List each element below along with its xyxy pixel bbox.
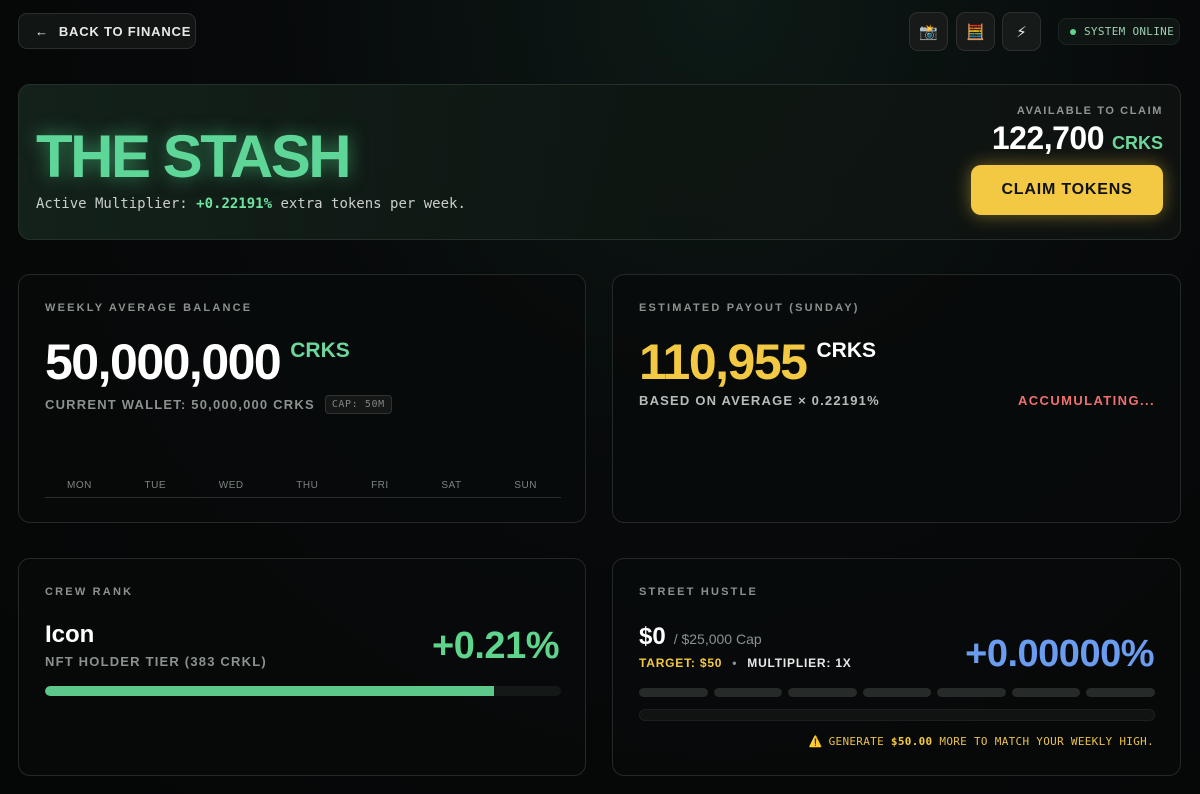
weekly-balance-card: WEEKLY AVERAGE BALANCE 50,000,000 CRKS C… (18, 274, 586, 523)
hustle-segment (937, 688, 1006, 697)
warning-suffix: MORE TO MATCH YOUR WEEKLY HIGH. (932, 735, 1154, 748)
available-to-claim-label: AVAILABLE TO CLAIM (1016, 105, 1163, 117)
abacus-icon: 🧮 (966, 23, 985, 41)
warning-prefix: GENERATE (828, 735, 891, 748)
claim-tokens-button[interactable]: CLAIM TOKENS (971, 165, 1163, 215)
hustle-warning: ⚠️ GENERATE $50.00 MORE TO MATCH YOUR WE… (809, 735, 1154, 748)
hustle-segment (788, 688, 857, 697)
multiplier-value: +0.22191% (196, 196, 273, 212)
crew-rank-card: CREW RANK Icon NFT HOLDER TIER (383 CRKL… (18, 558, 586, 776)
current-wallet-line: CURRENT WALLET: 50,000,000 CRKS CAP: 50M (45, 395, 392, 414)
day-label: MON (67, 480, 92, 491)
payout-value: 110,955 (639, 334, 808, 390)
estimated-payout-card: ESTIMATED PAYOUT (SUNDAY) 110,955 CRKS B… (612, 274, 1181, 523)
hustle-bonus-percent: +0.00000% (965, 633, 1154, 675)
weekly-balance-value: 50,000,000 (45, 334, 282, 390)
system-status-badge: SYSTEM ONLINE (1058, 18, 1180, 45)
street-hustle-card: STREET HUSTLE $0 / $25,000 Cap TARGET: $… (612, 558, 1181, 776)
weekly-balance-label: WEEKLY AVERAGE BALANCE (45, 302, 253, 314)
current-wallet-text: CURRENT WALLET: 50,000,000 CRKS (45, 397, 315, 412)
weekly-balance-unit: CRKS (290, 339, 350, 362)
lightning-icon: ⚡ (1016, 23, 1027, 41)
hustle-segment (862, 688, 932, 697)
rank-bonus-percent: +0.21% (432, 625, 559, 667)
hustle-segment-bar (639, 688, 1156, 697)
lightning-button[interactable]: ⚡ (1002, 12, 1041, 51)
meta-separator: • (732, 656, 738, 670)
rank-tier: NFT HOLDER TIER (383 CRKL) (45, 654, 267, 669)
page-title: THE STASH (36, 123, 352, 190)
rank-name: Icon (45, 621, 95, 648)
payout-unit: CRKS (816, 339, 876, 362)
warning-amount: $50.00 (890, 735, 933, 748)
day-label: WED (218, 480, 244, 491)
warning-icon: ⚠️ (808, 735, 823, 748)
cap-badge: CAP: 50M (324, 395, 392, 414)
multiplier-prefix: Active Multiplier: (36, 196, 197, 212)
arrow-left-icon: ← (35, 23, 49, 39)
weekday-axis: MON TUE WED THU FRI SAT SUN (45, 480, 561, 498)
hustle-multiplier: MULTIPLIER: 1X (747, 656, 852, 670)
accumulating-status: ACCUMULATING... (1017, 393, 1155, 408)
hustle-target: TARGET: $50 (639, 656, 723, 670)
rank-progress-fill (45, 686, 494, 696)
hustle-segment (639, 688, 708, 697)
hustle-progress-track (639, 709, 1155, 721)
day-label: SUN (514, 480, 537, 491)
day-label: TUE (144, 480, 167, 491)
abacus-button[interactable]: 🧮 (956, 12, 995, 51)
available-amount-unit: CRKS (1111, 133, 1163, 153)
hustle-amount-value: $0 (639, 623, 666, 650)
back-button-label: BACK TO FINANCE (58, 23, 192, 39)
status-dot-icon (1070, 28, 1076, 35)
payout-amount: 110,955 CRKS (639, 335, 876, 389)
day-label: SAT (441, 480, 462, 491)
payout-basis: BASED ON AVERAGE × 0.22191% (639, 393, 880, 408)
hustle-segment (713, 688, 783, 697)
estimated-payout-label: ESTIMATED PAYOUT (SUNDAY) (639, 302, 860, 314)
hustle-cap: / $25,000 Cap (673, 631, 762, 647)
street-hustle-label: STREET HUSTLE (639, 586, 759, 598)
multiplier-suffix: extra tokens per week. (272, 196, 466, 212)
camera-button[interactable]: 📸 (909, 12, 948, 51)
day-label: FRI (371, 480, 389, 491)
warning-text: GENERATE $50.00 MORE TO MATCH YOUR WEEKL… (829, 735, 1154, 748)
crew-rank-label: CREW RANK (45, 586, 134, 598)
available-amount-value: 122,700 (991, 120, 1105, 156)
day-label: THU (296, 480, 319, 491)
hustle-meta: TARGET: $50 • MULTIPLIER: 1X (639, 656, 852, 670)
active-multiplier-text: Active Multiplier: +0.22191% extra token… (36, 196, 466, 212)
available-amount: 122,700 CRKS (992, 120, 1163, 157)
rank-progress-bar (45, 686, 561, 696)
weekly-balance-amount: 50,000,000 CRKS (45, 335, 350, 389)
camera-icon: 📸 (919, 23, 938, 41)
hustle-amount: $0 / $25,000 Cap (639, 623, 762, 651)
system-status-text: SYSTEM ONLINE (1084, 25, 1174, 38)
hustle-segment (1011, 688, 1081, 697)
hustle-segment (1086, 688, 1156, 697)
back-to-finance-button[interactable]: ← BACK TO FINANCE (18, 13, 196, 49)
stash-hero-panel: THE STASH Active Multiplier: +0.22191% e… (18, 84, 1181, 240)
